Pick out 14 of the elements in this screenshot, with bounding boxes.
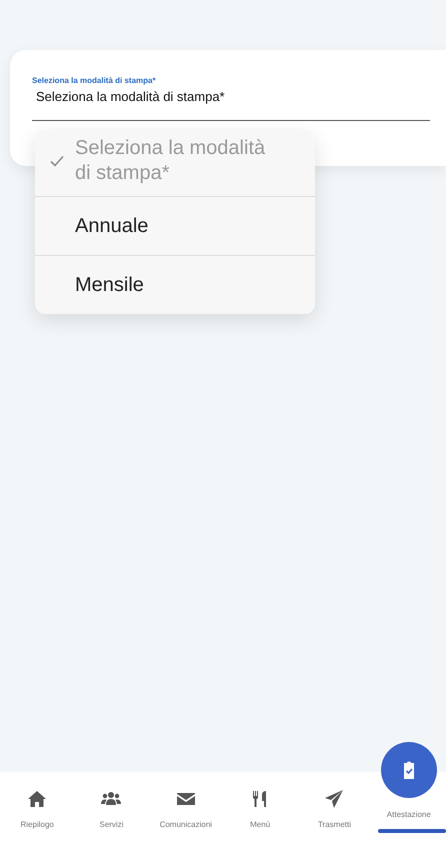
nav-tab[interactable]: Servizi bbox=[74, 786, 149, 829]
field-label: Seleziona la modalità di stampa* bbox=[32, 76, 157, 85]
nav-tab[interactable]: Comunicazioni bbox=[148, 786, 223, 829]
nav-tab[interactable]: Menù bbox=[222, 786, 298, 829]
house-icon bbox=[27, 789, 48, 809]
paper-plane-icon bbox=[324, 789, 344, 809]
menu-option[interactable]: Mensile bbox=[35, 255, 315, 314]
select-field[interactable]: Seleziona la modalità di stampa* Seleziona la modalità di stampa* bbox=[32, 76, 430, 121]
nav-tab[interactable]: Riepilogo bbox=[0, 786, 74, 829]
field-value: Seleziona la modalità di stampa* bbox=[35, 89, 226, 104]
check-icon bbox=[50, 155, 64, 167]
menu-option[interactable]: Annuale bbox=[35, 196, 315, 255]
nav-tab[interactable]: Trasmetti bbox=[297, 786, 372, 829]
nav-tab[interactable]: Attestazione bbox=[372, 742, 446, 833]
